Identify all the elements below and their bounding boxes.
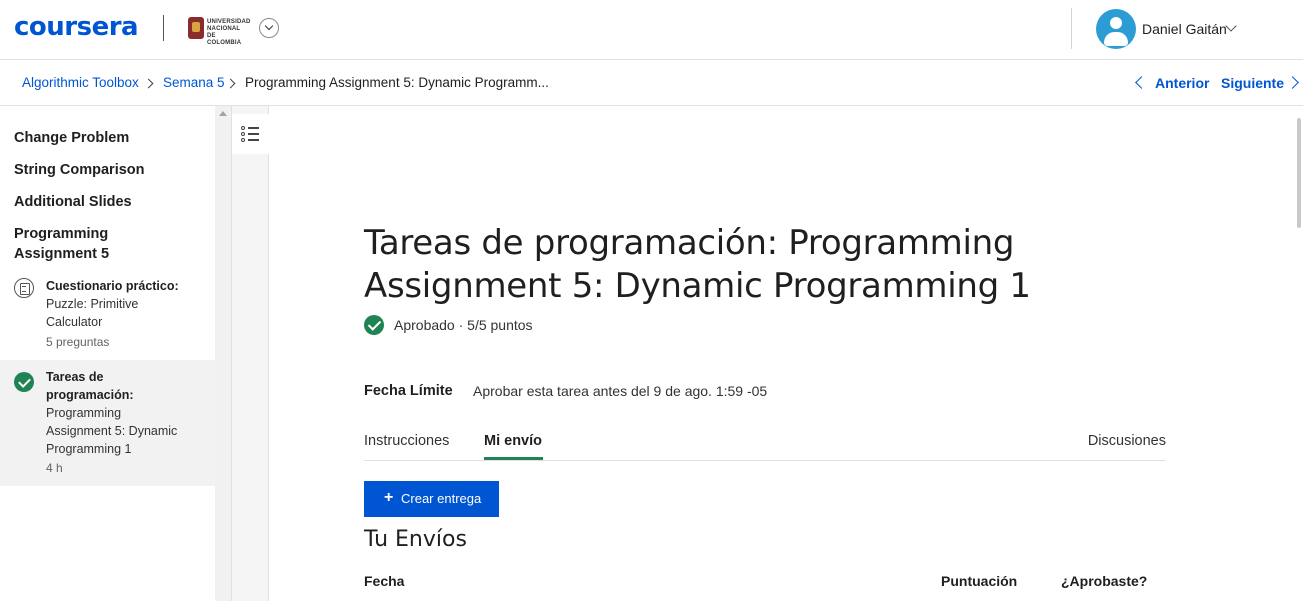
scroll-up-arrow-icon[interactable] [219, 111, 227, 116]
sidebar-section-programming-assignment[interactable]: Programming Assignment 5 [14, 224, 134, 264]
university-name: UNIVERSIDAD NACIONAL DE COLOMBIA [207, 19, 251, 46]
avatar-head [1110, 17, 1122, 29]
grade-status: Aprobado · 5/5 puntos [394, 317, 533, 333]
toc-column [231, 106, 269, 601]
sidebar-item-type: Cuestionario práctico: [46, 279, 179, 293]
user-menu-chevron-icon[interactable] [1225, 20, 1237, 32]
list-icon-dot [241, 132, 245, 136]
list-icon-line [248, 127, 259, 129]
sidebar-section-change-problem[interactable]: Change Problem [14, 128, 129, 148]
sidebar-item-title: Puzzle: Primitive Calculator [46, 297, 139, 329]
list-icon-line [248, 139, 259, 141]
sidebar-scrollbar[interactable] [215, 106, 231, 601]
tab-instructions[interactable]: Instrucciones [364, 433, 449, 449]
chevron-right-icon [143, 78, 154, 89]
coursera-logo[interactable]: coursera [14, 12, 139, 42]
table-of-contents-button[interactable] [232, 114, 269, 154]
breadcrumb: Algorithmic Toolbox Semana 5 Programming… [0, 60, 1303, 106]
sidebar-section-additional-slides[interactable]: Additional Slides [14, 192, 132, 212]
tab-my-submission[interactable]: Mi envío [484, 433, 542, 449]
create-submission-button[interactable]: + Crear entrega [364, 481, 499, 517]
create-submission-label: Crear entrega [401, 491, 482, 506]
course-sidebar: Change Problem String Comparison Additio… [0, 106, 215, 601]
sidebar-item-primitive-calculator[interactable]: Cuestionario práctico: Puzzle: Primitive… [0, 270, 215, 360]
university-crest-icon [188, 17, 204, 39]
university-logo[interactable]: UNIVERSIDAD NACIONAL DE COLOMBIA [188, 16, 250, 46]
top-header: coursera UNIVERSIDAD NACIONAL DE COLOMBIA … [0, 0, 1303, 60]
logo-divider [163, 15, 164, 41]
sidebar-item-meta: 4 h [46, 461, 63, 475]
check-circle-icon [364, 315, 384, 335]
check-circle-icon [14, 372, 34, 392]
chevron-left-icon[interactable] [1135, 76, 1148, 89]
list-icon-dot [241, 138, 245, 142]
scrollbar-thumb[interactable] [1297, 118, 1301, 228]
sidebar-section-string-comparison[interactable]: String Comparison [14, 160, 145, 180]
user-name[interactable]: Daniel Gaitán [1142, 21, 1227, 37]
previous-button[interactable]: Anterior [1155, 75, 1209, 91]
chevron-right-icon[interactable] [1286, 76, 1299, 89]
next-button[interactable]: Siguiente [1221, 75, 1284, 91]
avatar[interactable] [1096, 9, 1136, 49]
avatar-body [1104, 32, 1128, 46]
column-header-score: Puntuación [941, 573, 1018, 589]
tab-discussions[interactable]: Discusiones [1088, 433, 1166, 449]
breadcrumb-course[interactable]: Algorithmic Toolbox [22, 75, 139, 90]
submissions-title: Tu Envíos [364, 527, 467, 552]
sidebar-item-meta: 5 preguntas [46, 335, 110, 349]
assignment-tabs: Instrucciones Mi envío Discusiones [364, 420, 1166, 461]
sidebar-item-title: Programming Assignment 5: Dynamic Progra… [46, 406, 178, 456]
header-divider [1071, 8, 1072, 49]
list-icon-line [248, 133, 259, 135]
breadcrumb-current: Programming Assignment 5: Dynamic Progra… [245, 75, 549, 90]
due-date-label: Fecha Límite [364, 383, 453, 399]
plus-icon: + [384, 489, 394, 506]
chevron-down-icon[interactable] [259, 18, 279, 38]
list-icon-dot [241, 126, 245, 130]
column-header-date: Fecha [364, 573, 405, 589]
sidebar-item-programming-assignment-5[interactable]: Tareas de programación: Programming Assi… [0, 360, 215, 486]
active-tab-indicator [484, 457, 543, 460]
quiz-icon [14, 278, 34, 298]
breadcrumb-week[interactable]: Semana 5 [163, 75, 225, 90]
page-title: Tareas de programación: Programming Assi… [364, 223, 1031, 306]
sidebar-item-type: Tareas de programación: [46, 370, 134, 402]
chevron-right-icon [225, 78, 236, 89]
due-date-value: Aprobar esta tarea antes del 9 de ago. 1… [473, 383, 768, 399]
main-scrollbar[interactable] [1296, 106, 1303, 601]
column-header-passed: ¿Aprobaste? [1061, 573, 1148, 589]
